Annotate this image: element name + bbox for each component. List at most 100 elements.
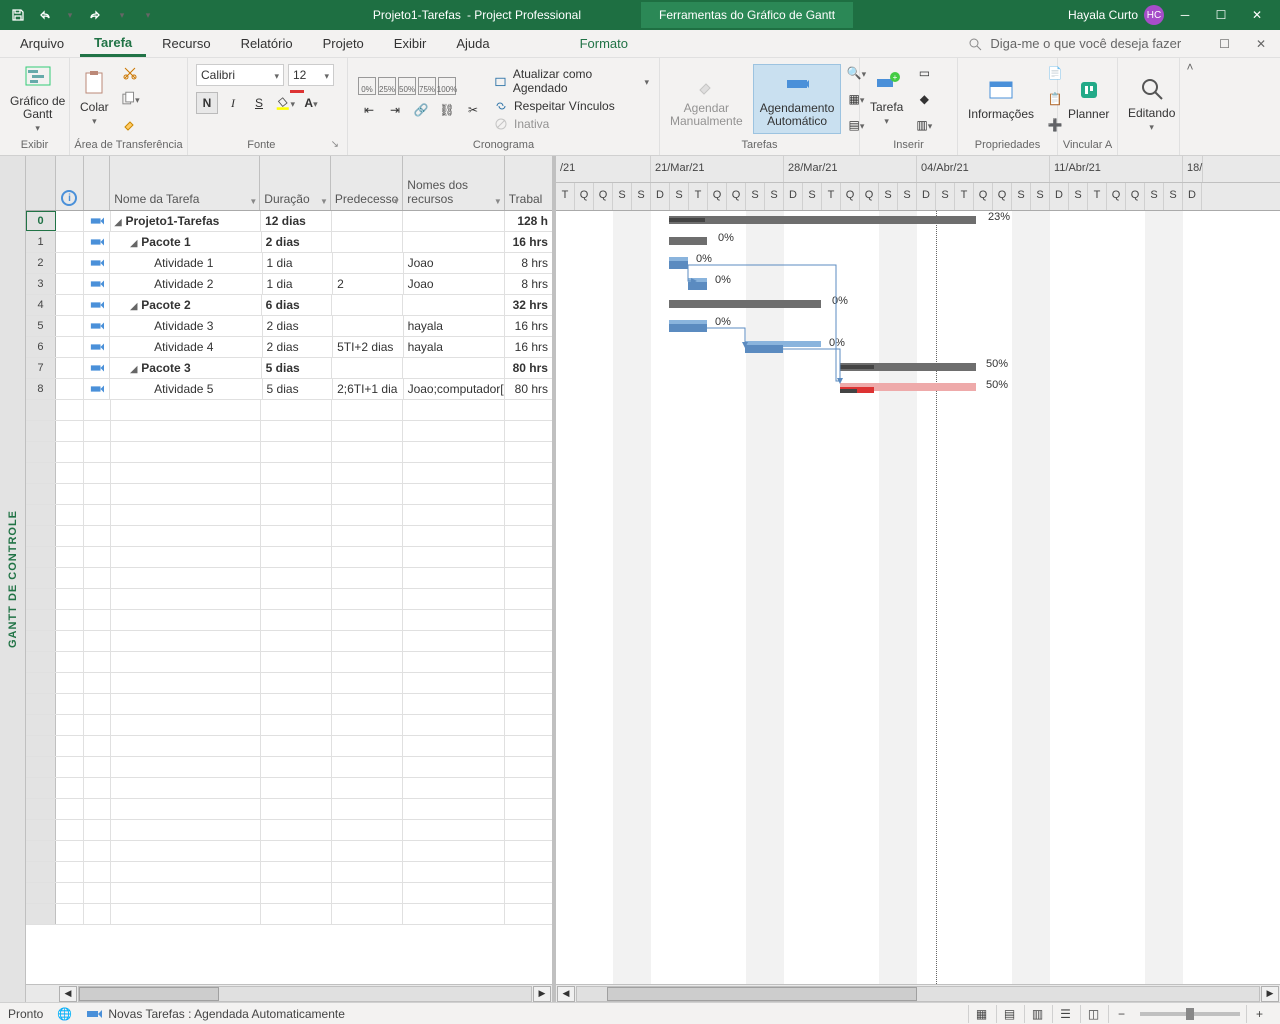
scroll-thumb[interactable] xyxy=(607,987,917,1001)
tab-formato[interactable]: Formato xyxy=(566,32,642,55)
table-row[interactable]: 4Pacote 26 dias32 hrs xyxy=(26,295,552,316)
cell-duration[interactable]: 2 dias xyxy=(263,337,334,357)
close-button[interactable]: ✕ xyxy=(1242,1,1272,29)
mode-cell[interactable] xyxy=(84,316,110,336)
copy-button[interactable] xyxy=(119,88,141,110)
cell-duration[interactable]: 1 dia xyxy=(263,253,334,273)
font-color-button[interactable]: A xyxy=(300,92,322,114)
table-row[interactable] xyxy=(26,526,552,547)
cell-resources[interactable] xyxy=(403,232,505,252)
row-header[interactable]: 3 xyxy=(26,274,56,294)
mode-cell[interactable] xyxy=(84,232,110,252)
cell-predecessor[interactable] xyxy=(333,253,404,273)
tab-relatorio[interactable]: Relatório xyxy=(227,32,307,55)
cell-work[interactable]: 128 h xyxy=(505,211,552,231)
cell-name[interactable]: Projeto1-Tarefas xyxy=(111,211,262,231)
cell-predecessor[interactable] xyxy=(332,211,403,231)
font-name-select[interactable]: Calibri xyxy=(196,64,284,86)
cell-work[interactable]: 8 hrs xyxy=(505,253,552,273)
row-header[interactable] xyxy=(26,400,56,420)
cell-work[interactable]: 80 hrs xyxy=(505,358,552,378)
table-row[interactable] xyxy=(26,484,552,505)
table-row[interactable] xyxy=(26,505,552,526)
cell-work[interactable]: 16 hrs xyxy=(505,316,552,336)
cell-resources[interactable]: Joao;computador[ xyxy=(404,379,505,399)
percent-complete-buttons[interactable]: 0%25%50%75%100% xyxy=(358,77,484,95)
table-row[interactable] xyxy=(26,778,552,799)
cut-button[interactable] xyxy=(119,62,141,84)
table-row[interactable] xyxy=(26,463,552,484)
table-row[interactable] xyxy=(26,715,552,736)
cell-work[interactable]: 32 hrs xyxy=(505,295,552,315)
row-header[interactable] xyxy=(26,568,56,588)
table-row[interactable]: 3Atividade 21 dia2Joao8 hrs xyxy=(26,274,552,295)
table-row[interactable] xyxy=(26,631,552,652)
mode-cell[interactable] xyxy=(84,295,110,315)
cell-resources[interactable]: Joao xyxy=(404,274,505,294)
row-header[interactable] xyxy=(26,799,56,819)
insert-task-button[interactable]: + Tarefa xyxy=(864,64,909,134)
row-header[interactable] xyxy=(26,694,56,714)
cell-work[interactable]: 16 hrs xyxy=(505,232,552,252)
cell-predecessor[interactable] xyxy=(332,358,403,378)
gantt-bar-6[interactable] xyxy=(745,345,783,353)
schedule-auto-button[interactable]: Agendamento Automático xyxy=(753,64,842,134)
scroll-right-icon[interactable]: ▶ xyxy=(533,986,551,1002)
table-row[interactable] xyxy=(26,883,552,904)
scroll-thumb[interactable] xyxy=(79,987,219,1001)
table-row[interactable] xyxy=(26,400,552,421)
col-nome[interactable]: Nome da Tarefa▼ xyxy=(110,156,260,210)
row-header[interactable] xyxy=(26,610,56,630)
cell-name[interactable]: Atividade 5 xyxy=(110,379,262,399)
mode-cell[interactable] xyxy=(84,211,110,231)
redo-icon[interactable] xyxy=(86,5,106,25)
row-header[interactable] xyxy=(26,421,56,441)
gantt-hscrollbar[interactable]: ◀ ▶ xyxy=(556,984,1280,1002)
table-body[interactable]: 0Projeto1-Tarefas12 dias128 h1Pacote 12 … xyxy=(26,211,552,984)
table-row[interactable] xyxy=(26,442,552,463)
scroll-left-icon[interactable]: ◀ xyxy=(59,986,77,1002)
cell-duration[interactable]: 6 dias xyxy=(262,295,333,315)
table-row[interactable] xyxy=(26,736,552,757)
row-header[interactable] xyxy=(26,904,56,924)
scroll-right-icon[interactable]: ▶ xyxy=(1261,986,1279,1002)
view-report-button[interactable]: ◫ xyxy=(1080,1005,1106,1023)
table-row[interactable] xyxy=(26,841,552,862)
col-recursos[interactable]: Nomes dos recursos▼ xyxy=(403,156,504,210)
tab-projeto[interactable]: Projeto xyxy=(309,32,378,55)
cell-resources[interactable] xyxy=(403,211,505,231)
schedule-manual-button[interactable]: Agendar Manualmente xyxy=(664,64,749,134)
cell-predecessor[interactable]: 5TI+2 dias xyxy=(333,337,404,357)
cell-work[interactable]: 8 hrs xyxy=(505,274,552,294)
mode-cell[interactable] xyxy=(84,358,110,378)
table-row[interactable]: 7Pacote 35 dias80 hrs xyxy=(26,358,552,379)
gantt-bar-summary-4[interactable] xyxy=(669,300,821,308)
tab-exibir[interactable]: Exibir xyxy=(380,32,441,55)
cell-duration[interactable]: 5 dias xyxy=(263,379,334,399)
col-trabalho[interactable]: Trabal xyxy=(505,156,552,210)
zoom-in-button[interactable]: + xyxy=(1246,1005,1272,1023)
row-header[interactable] xyxy=(26,505,56,525)
table-row[interactable] xyxy=(26,904,552,925)
scroll-left-icon[interactable]: ◀ xyxy=(557,986,575,1002)
planner-button[interactable]: Planner xyxy=(1062,64,1115,134)
tab-arquivo[interactable]: Arquivo xyxy=(6,32,78,55)
sync-icon[interactable]: 🌐 xyxy=(57,1007,72,1021)
inactive-button[interactable]: Inativa xyxy=(494,116,649,132)
bold-button[interactable]: N xyxy=(196,92,218,114)
view-gantt-button[interactable]: ▦ xyxy=(968,1005,994,1023)
row-header[interactable] xyxy=(26,862,56,882)
row-header[interactable] xyxy=(26,736,56,756)
tab-ajuda[interactable]: Ajuda xyxy=(442,32,503,55)
link-tasks-button[interactable]: 🔗 xyxy=(410,99,432,121)
split-task-button[interactable]: ✂ xyxy=(462,99,484,121)
table-row[interactable] xyxy=(26,652,552,673)
italic-button[interactable]: I xyxy=(222,92,244,114)
table-row[interactable]: 1Pacote 12 dias16 hrs xyxy=(26,232,552,253)
restore-ribbon-button[interactable]: ☐ xyxy=(1211,35,1238,53)
row-header[interactable] xyxy=(26,757,56,777)
row-header[interactable] xyxy=(26,463,56,483)
view-resource-sheet-button[interactable]: ☰ xyxy=(1052,1005,1078,1023)
row-header[interactable] xyxy=(26,442,56,462)
save-icon[interactable] xyxy=(8,5,28,25)
